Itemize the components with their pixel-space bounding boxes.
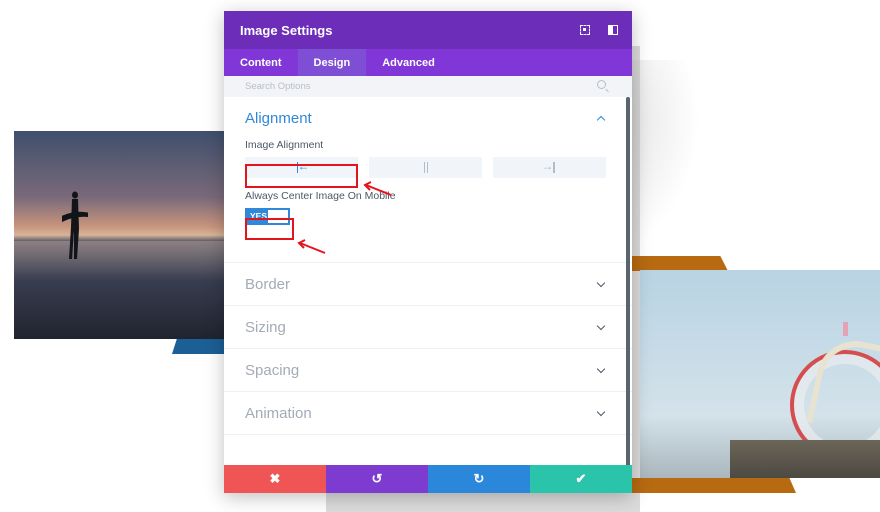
tab-bar: Content Design Advanced [224, 49, 632, 76]
alignment-settings: Image Alignment Always Center Image On M… [224, 139, 632, 262]
image-settings-modal: Image Settings Content Design Advanced A… [224, 11, 632, 493]
center-on-mobile-label: Always Center Image On Mobile [245, 190, 396, 202]
scrollbar[interactable] [626, 97, 630, 475]
search-bar [224, 76, 632, 97]
highlight-box-toggle [245, 218, 294, 240]
chevron-down-icon[interactable] [596, 407, 606, 417]
section-animation-title: Animation [245, 404, 312, 422]
flag [843, 322, 848, 336]
santa-monica-pier-photo [640, 270, 880, 478]
redo-button[interactable]: ↻ [428, 465, 530, 493]
roller-coaster [806, 333, 880, 437]
chevron-down-icon[interactable] [596, 321, 606, 331]
tab-advanced[interactable]: Advanced [366, 49, 451, 76]
sidebar-toggle-icon[interactable] [608, 25, 618, 35]
orange-accent-strip-top [632, 256, 728, 271]
tab-content[interactable]: Content [224, 49, 298, 76]
fullscreen-icon[interactable] [580, 25, 590, 35]
orange-accent-strip-bottom [632, 478, 796, 493]
search-icon[interactable] [597, 80, 606, 89]
sea-reflection [14, 241, 228, 281]
section-spacing: Spacing [224, 349, 632, 392]
undo-button[interactable]: ↺ [326, 465, 428, 493]
chevron-down-icon[interactable] [596, 278, 606, 288]
modal-footer: ✖ ↺ ↻ ✔ [224, 465, 632, 493]
pier-structure [730, 440, 880, 478]
discard-button[interactable]: ✖ [224, 465, 326, 493]
tab-design[interactable]: Design [297, 49, 367, 76]
section-alignment-header[interactable]: Alignment [224, 97, 632, 139]
search-input[interactable] [245, 81, 565, 92]
section-spacing-header[interactable]: Spacing [224, 349, 632, 391]
header-icons [580, 11, 618, 49]
chevron-up-icon[interactable] [596, 115, 606, 125]
align-right-icon [542, 159, 557, 173]
section-alignment-title: Alignment [245, 109, 312, 127]
chevron-down-icon[interactable] [596, 364, 606, 374]
modal-title: Image Settings [240, 22, 333, 38]
image-alignment-label: Image Alignment [245, 139, 324, 151]
section-border-title: Border [245, 275, 291, 293]
section-animation: Animation [224, 392, 632, 435]
section-animation-header[interactable]: Animation [224, 392, 632, 434]
highlight-box-alignment [245, 164, 358, 188]
section-sizing-title: Sizing [245, 318, 286, 336]
blue-accent-strip [172, 339, 232, 354]
align-center-button[interactable] [369, 157, 482, 178]
align-right-button[interactable] [493, 157, 606, 178]
modal-header: Image Settings [224, 11, 632, 49]
section-spacing-title: Spacing [245, 361, 300, 379]
section-border-header[interactable]: Border [224, 263, 632, 305]
surfer-beach-photo [14, 131, 228, 339]
section-sizing-header[interactable]: Sizing [224, 306, 632, 348]
section-border: Border [224, 263, 632, 306]
save-button[interactable]: ✔ [530, 465, 632, 493]
section-sizing: Sizing [224, 306, 632, 349]
align-center-icon [419, 162, 433, 173]
surfer-silhouette [62, 191, 88, 259]
